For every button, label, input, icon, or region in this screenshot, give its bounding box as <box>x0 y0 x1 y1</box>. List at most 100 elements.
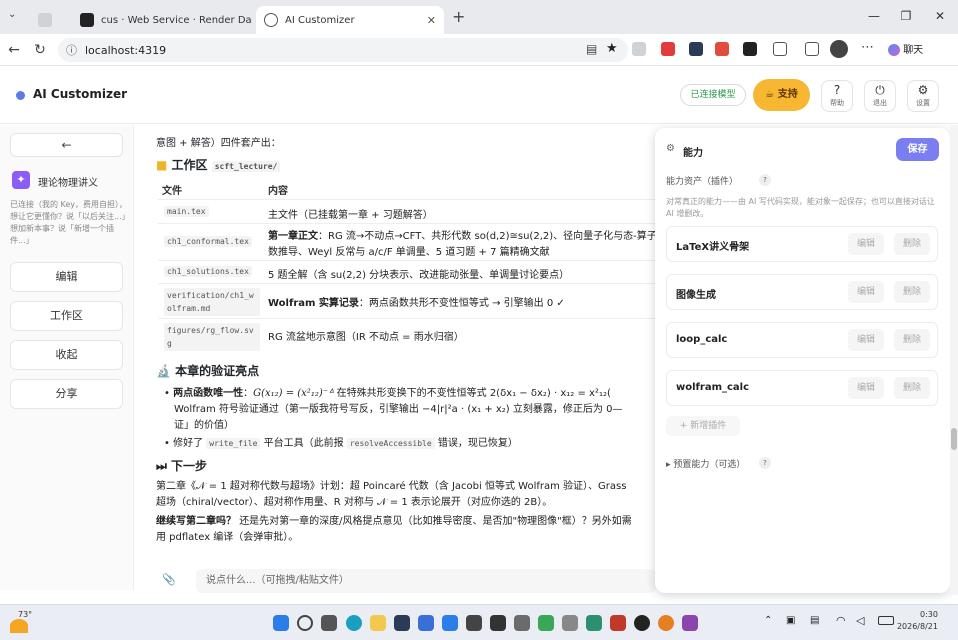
plugin-card: wolfram_calc 编辑 删除 <box>666 370 938 406</box>
plugin-name: 图像生成 <box>676 290 716 301</box>
preset-capabilities-toggle[interactable]: ▸ 预置能力（可选） <box>666 457 745 470</box>
delete-plugin-button[interactable]: 删除 <box>894 377 930 399</box>
restore-icon[interactable]: ❐ <box>890 6 922 26</box>
help-icon[interactable]: ? <box>759 457 771 469</box>
save-button[interactable]: 保存 <box>896 138 939 161</box>
tray-chevron-icon[interactable]: ⌃ <box>764 615 772 626</box>
app-icon[interactable] <box>418 615 434 631</box>
reload-icon[interactable]: ↻ <box>30 40 50 60</box>
divider <box>158 199 658 200</box>
plugin-name: wolfram_calc <box>676 382 750 393</box>
search-icon[interactable] <box>297 615 313 631</box>
start-icon[interactable] <box>273 615 289 631</box>
battery-icon[interactable] <box>878 616 894 625</box>
message-text: 第二章《𝒩 = 1 超对称代数与超场》计划：超 Poincaré 代数（含 Ja… <box>156 481 627 492</box>
favorites-icon[interactable] <box>805 42 819 56</box>
table-row: main.tex 主文件（已挂载第一章 + 习题解答） <box>134 201 658 223</box>
app-icon[interactable] <box>442 615 458 631</box>
more-menu-icon[interactable]: ⋯ <box>861 40 874 55</box>
edit-plugin-button[interactable]: 编辑 <box>848 377 884 399</box>
copilot-chat-button[interactable]: 聊天 <box>888 41 923 56</box>
extension-icon[interactable] <box>689 42 703 56</box>
extension-icon[interactable] <box>661 42 675 56</box>
help-icon[interactable]: ? <box>759 174 771 186</box>
support-button[interactable]: ☕ 支持 <box>753 79 810 111</box>
highlights-heading: 🔬 本章的验证亮点 <box>156 364 260 378</box>
tab-blank[interactable] <box>30 6 68 34</box>
edge-icon[interactable] <box>346 615 362 631</box>
edit-plugin-button[interactable]: 编辑 <box>848 281 884 303</box>
edit-plugin-button[interactable]: 编辑 <box>848 233 884 255</box>
reader-mode-icon[interactable]: ▤ <box>586 42 597 56</box>
delete-plugin-button[interactable]: 删除 <box>894 329 930 351</box>
back-button[interactable]: ← <box>10 133 123 157</box>
app-icon[interactable] <box>538 615 554 631</box>
browser-tab-strip: ⌄ cus · Web Service · Render Das ✕ AI Cu… <box>0 0 958 34</box>
edit-button[interactable]: 编辑 <box>10 262 123 292</box>
file-content-line2: 数推导、Weyl 反常与 a/c/F 单调量、5 道习题 + 7 篇精确文献 <box>268 247 550 258</box>
tab-render[interactable]: cus · Web Service · Render Das ✕ <box>72 6 252 34</box>
settings-button[interactable]: ⚙ 设置 <box>907 80 939 112</box>
attach-icon[interactable]: 📎 <box>162 573 176 586</box>
help-button[interactable]: ? 帮助 <box>821 80 853 112</box>
back-arrow-icon[interactable]: ← <box>4 40 24 60</box>
gear-icon: ⚙ <box>666 143 675 154</box>
minimize-icon[interactable]: — <box>858 6 890 26</box>
file-content: Wolfram 实算记录：两点函数共形不变性恒等式 → 引擎输出 0 ✓ <box>268 298 565 309</box>
app-icon[interactable] <box>634 615 650 631</box>
message-input[interactable]: 说点什么...（可拖拽/粘贴文件） <box>196 569 656 593</box>
app-icon[interactable] <box>562 615 578 631</box>
close-tab-icon[interactable]: ✕ <box>427 14 436 27</box>
close-window-icon[interactable]: ✕ <box>924 6 956 26</box>
table-row: ch1_conformal.tex 第一章正文：RG 流→不动点→CFT、共形代… <box>134 224 658 260</box>
app-icon[interactable] <box>394 615 410 631</box>
app-icon[interactable] <box>370 615 386 631</box>
address-bar[interactable]: ⓘ localhost:4319 ▤ ★ <box>58 38 628 62</box>
app-icon[interactable] <box>466 615 482 631</box>
tab-favicon-icon <box>38 13 52 27</box>
workspace-button[interactable]: 工作区 <box>10 301 123 331</box>
bookmark-star-icon[interactable]: ★ <box>606 41 618 56</box>
page-scrollbar[interactable] <box>950 125 958 595</box>
tray-icon[interactable]: ▤ <box>810 615 819 626</box>
share-button[interactable]: 分享 <box>10 379 123 409</box>
extension-icon[interactable] <box>743 42 757 56</box>
app-icon[interactable] <box>610 615 626 631</box>
edit-plugin-button[interactable]: 编辑 <box>848 329 884 351</box>
tab-ai-customizer[interactable]: AI Customizer ✕ <box>256 6 444 34</box>
delete-plugin-button[interactable]: 删除 <box>894 233 930 255</box>
plugin-card: loop_calc 编辑 删除 <box>666 322 938 358</box>
message-text: 继续写第二章吗？ 还是先对第一章的深度/风格提点意见（比如推导密度、是否加"物理… <box>156 516 632 527</box>
collapse-button[interactable]: 收起 <box>10 340 123 370</box>
weather-sun-icon[interactable] <box>10 619 28 633</box>
scrollbar-thumb[interactable] <box>951 428 957 450</box>
clock[interactable]: 0:30 2026/8/21 <box>897 610 938 631</box>
file-name: figures/rg_flow.svg <box>164 323 260 351</box>
app-icon[interactable] <box>514 615 530 631</box>
list-item: • 两点函数唯一性：G(x₁₂) = (x²₁₂)⁻ᐞ 在特殊共形变换下的不变性… <box>164 388 611 399</box>
app-icon[interactable] <box>658 615 674 631</box>
extension-icon[interactable] <box>632 42 646 56</box>
tab-list-chevron-icon[interactable]: ⌄ <box>8 9 16 20</box>
table-row: verification/ch1_wolfram.md Wolfram 实算记录… <box>134 284 658 318</box>
browser-toolbar: ← ↻ ⓘ localhost:4319 ▤ ★ ⋯ 聊天 <box>0 34 958 66</box>
app-icon[interactable] <box>682 615 698 631</box>
coffee-icon: ☕ <box>765 89 775 100</box>
delete-plugin-button[interactable]: 删除 <box>894 281 930 303</box>
app-icon[interactable] <box>490 615 506 631</box>
avatar[interactable] <box>830 40 848 58</box>
extension-icon[interactable] <box>715 42 729 56</box>
logout-button[interactable]: ⏻ 退出 <box>864 80 896 112</box>
site-info-icon[interactable]: ⓘ <box>66 42 77 58</box>
tray-icon[interactable]: ▣ <box>786 615 795 626</box>
volume-icon[interactable]: ◁ <box>856 614 864 627</box>
connected-model-button[interactable]: 已连接模型 <box>680 84 746 106</box>
file-content: 第一章正文：RG 流→不动点→CFT、共形代数 so(d,2)≅su(2,2)、… <box>268 231 657 242</box>
plugin-name: LaTeX讲义骨架 <box>676 242 750 253</box>
taskview-icon[interactable] <box>321 615 337 631</box>
new-tab-icon[interactable]: + <box>452 7 465 26</box>
wifi-icon[interactable]: ◠ <box>836 614 846 627</box>
app-icon[interactable] <box>586 615 602 631</box>
add-plugin-button[interactable]: + 新增插件 <box>666 416 740 436</box>
extensions-puzzle-icon[interactable] <box>773 42 787 56</box>
